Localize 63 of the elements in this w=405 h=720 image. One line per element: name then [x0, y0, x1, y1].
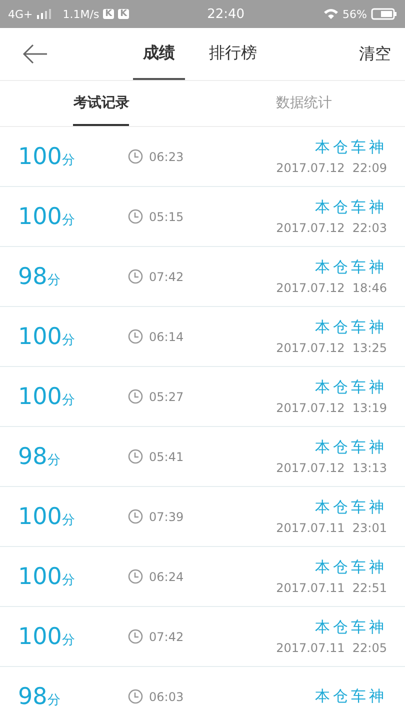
clock-icon: [128, 149, 143, 164]
nav-tab[interactable]: 成绩: [133, 28, 185, 80]
app-badge: K: [103, 9, 114, 19]
clock-icon: [128, 209, 143, 224]
rank-title: 本仓车神: [315, 318, 387, 337]
duration: 05:41: [149, 450, 184, 464]
clock-icon: [128, 449, 143, 464]
rank-title: 本仓车神: [315, 258, 387, 277]
clock-icon: [128, 329, 143, 344]
clock-icon: [128, 629, 143, 644]
rank-title: 本仓车神: [315, 138, 387, 157]
battery-percent: 56%: [342, 8, 367, 20]
clock-icon: [128, 389, 143, 404]
score: 100分: [18, 324, 76, 350]
score: 100分: [18, 504, 76, 530]
sub-tab[interactable]: 考试记录: [0, 81, 202, 126]
rank-title: 本仓车神: [315, 198, 387, 217]
rank-title: 本仓车神: [315, 687, 387, 706]
score: 100分: [18, 564, 76, 590]
exam-datetime: 2017.07.12 13:13: [276, 461, 387, 475]
clock-icon: [128, 569, 143, 584]
app-badge: K: [118, 9, 130, 19]
duration: 06:14: [149, 330, 184, 344]
exam-datetime: 2017.07.12 13:25: [276, 341, 387, 355]
network-type: 4G+: [8, 8, 33, 20]
duration: 07:39: [149, 510, 184, 524]
duration: 07:42: [149, 270, 184, 284]
exam-datetime: 2017.07.11 22:05: [276, 641, 387, 655]
exam-datetime: 2017.07.12 13:19: [276, 401, 387, 415]
exam-datetime: 2017.07.12 22:09: [276, 161, 387, 175]
duration: 05:15: [149, 210, 184, 224]
duration: 05:27: [149, 390, 184, 404]
clock-icon: [128, 689, 143, 704]
clock-icon: [128, 509, 143, 524]
back-arrow-icon[interactable]: [22, 44, 48, 64]
duration: 06:23: [149, 150, 184, 164]
clear-button[interactable]: 清空: [359, 28, 391, 80]
nav-tab[interactable]: 排行榜: [199, 28, 267, 80]
exam-datetime: 2017.07.12 22:03: [276, 221, 387, 235]
exam-datetime: 2017.07.11 23:01: [276, 521, 387, 535]
score: 98分: [18, 264, 62, 290]
clock: 22:40: [207, 6, 245, 22]
duration: 06:03: [149, 690, 184, 704]
exam-datetime: 2017.07.12 18:46: [276, 281, 387, 295]
exam-datetime: 2017.07.11 22:51: [276, 581, 387, 595]
duration: 06:24: [149, 570, 184, 584]
score: 100分: [18, 144, 76, 170]
rank-title: 本仓车神: [315, 498, 387, 517]
rank-title: 本仓车神: [315, 438, 387, 457]
score: 100分: [18, 204, 76, 230]
score: 98分: [18, 444, 62, 470]
score: 98分: [18, 684, 62, 710]
clock-icon: [128, 269, 143, 284]
wifi-icon: [322, 8, 339, 20]
battery-icon: [371, 8, 397, 20]
signal-icon: [36, 9, 51, 19]
rank-title: 本仓车神: [315, 558, 387, 577]
score: 100分: [18, 624, 76, 650]
rank-title: 本仓车神: [315, 378, 387, 397]
network-speed: 1.1M/s: [62, 8, 100, 20]
rank-title: 本仓车神: [315, 618, 387, 637]
score: 100分: [18, 384, 76, 410]
duration: 07:42: [149, 630, 184, 644]
